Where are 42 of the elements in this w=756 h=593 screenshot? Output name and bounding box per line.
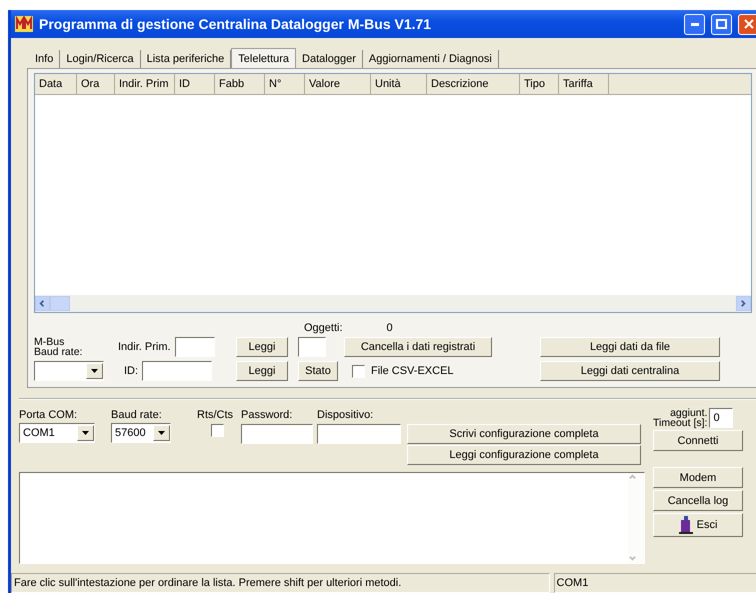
connect-button[interactable]: Connetti	[653, 430, 743, 451]
read-button[interactable]: Leggi	[236, 361, 288, 381]
timeout-label: aggiunt. Timeout [s]:	[653, 408, 708, 428]
column-header[interactable]: Ora	[77, 74, 115, 94]
read-button[interactable]: Leggi	[236, 337, 288, 357]
status-message: Fare clic sull'intestazione per ordinare la lista. Premere shift per ulteriori metodi.	[11, 573, 550, 593]
primary-address-label: Indir. Prim.	[118, 341, 171, 353]
column-header[interactable]: Data	[35, 74, 77, 94]
column-header[interactable]: Unità	[371, 74, 427, 94]
column-header[interactable]: Valore	[305, 74, 371, 94]
tab[interactable]: Telelettura	[231, 48, 296, 68]
column-header[interactable]: Tariffa	[559, 74, 609, 94]
baud-rate-label: Baud rate:	[111, 409, 162, 421]
column-header[interactable]: Fabb	[215, 74, 265, 94]
timeout-field[interactable]: 0	[709, 408, 734, 428]
objects-label: Oggetti:	[304, 322, 343, 334]
baud-rate-dropdown[interactable]: 57600	[111, 423, 171, 443]
com-port-label: Porta COM:	[19, 409, 78, 421]
rts-cts-label: Rts/Cts	[197, 409, 234, 421]
column-header[interactable]: Indir. Prim	[115, 74, 175, 94]
clear-data-button[interactable]: Cancella i dati registrati	[344, 337, 492, 357]
status-button[interactable]: Stato	[298, 361, 338, 381]
com-port-dropdown[interactable]: COM1	[19, 423, 95, 443]
objects-count: 0	[386, 322, 393, 334]
csv-checkbox-label: File CSV-EXCEL	[371, 365, 454, 377]
read-device-button[interactable]: Leggi dati centralina	[540, 361, 720, 381]
read-config-button[interactable]: Leggi configurazione completa	[407, 445, 641, 465]
status-port: COM1	[554, 573, 756, 593]
column-header[interactable]: N°	[265, 74, 305, 94]
exit-button[interactable]: Esci	[653, 513, 743, 537]
device-label: Dispositivo:	[317, 409, 374, 421]
write-config-button[interactable]: Scrivi configurazione completa	[407, 424, 641, 444]
password-label: Password:	[241, 409, 294, 421]
read-file-button[interactable]: Leggi dati da file	[540, 337, 720, 357]
column-header[interactable]: Tipo	[520, 74, 559, 94]
column-header[interactable]: ID	[175, 74, 215, 94]
clear-log-button[interactable]: Cancella log	[653, 490, 743, 511]
column-header[interactable]: Descrizione	[427, 74, 520, 94]
window-title: Programma di gestione Centralina Datalogger M-Bus V1.71	[39, 16, 432, 32]
baud-rate-label: M-Bus Baud rate:	[34, 337, 84, 359]
modem-button[interactable]: Modem	[653, 467, 743, 488]
id-label: ID:	[124, 365, 138, 377]
